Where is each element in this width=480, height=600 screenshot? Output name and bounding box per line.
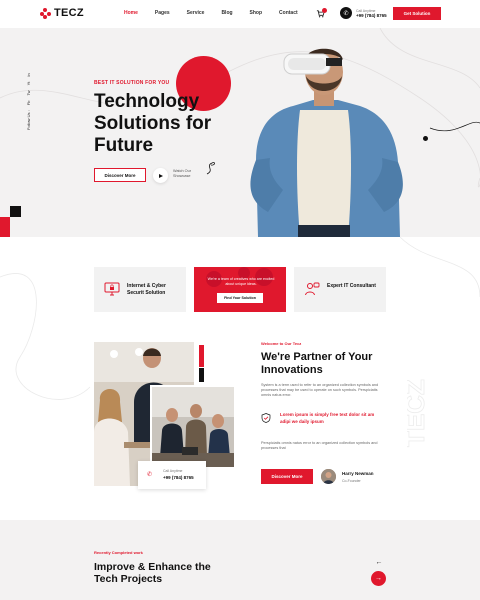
hero-tagline: BEST IT SOLUTION FOR YOU: [94, 80, 170, 86]
decor-red-square: [0, 217, 10, 237]
logo-text: TECZ: [54, 7, 84, 19]
header-call[interactable]: ✆ Call Anytime +99 (784) 8765: [340, 7, 387, 19]
main-nav: Home Pages Service Blog Shop Contact: [124, 10, 315, 16]
youtube-icon[interactable]: Yt: [26, 82, 31, 86]
consultant-icon: [305, 282, 320, 296]
discover-more-button[interactable]: Discover More: [94, 168, 146, 182]
about-description-2: Perspiciatis omnis natus error to an org…: [261, 441, 378, 451]
highlight-text: Lorem ipsum is simply free text dolor si…: [280, 412, 375, 424]
play-video-button[interactable]: [153, 168, 168, 183]
next-arrow-button[interactable]: →: [371, 571, 386, 586]
feature-title: Expert IT Consultant: [327, 283, 376, 289]
site-header: TECZ Home Pages Service Blog Shop Contac…: [0, 0, 480, 28]
shield-check-icon: [261, 413, 271, 423]
feature-description: We're a team of creatives who are excite…: [207, 277, 275, 286]
nav-item-home[interactable]: Home: [124, 10, 138, 16]
call-label: Call Anytime: [163, 469, 183, 473]
call-number: +99 (784) 8765: [163, 475, 194, 480]
nav-item-blog[interactable]: Blog: [221, 10, 232, 16]
about-tagline: Welcome to Our Tecz: [261, 341, 302, 346]
avatar: [321, 469, 336, 484]
arrow-left-icon: ←: [375, 558, 383, 566]
twitter-icon[interactable]: Tw: [26, 90, 31, 95]
prev-arrow-button[interactable]: ←: [372, 555, 386, 569]
about-call-card[interactable]: ✆ Call Anytime +99 (784) 8765: [138, 461, 206, 489]
social-links: Follow Us : Fb Tw Yt In: [26, 73, 31, 130]
find-solution-button[interactable]: Find Your Solution: [217, 293, 263, 303]
projects-tagline: Recently Completed work: [94, 550, 143, 555]
get-solution-button[interactable]: Get Solution: [393, 7, 441, 20]
arrow-right-icon: →: [375, 575, 382, 582]
social-label: Follow Us :: [26, 110, 31, 130]
phone-icon: ✆: [340, 7, 352, 19]
watch-showcase-label: Watch Our Showcase: [173, 169, 192, 178]
logo-mark-icon: [40, 7, 51, 19]
about-title: We're Partner of Your Innovations: [261, 351, 373, 376]
decor-black-bar: [199, 368, 204, 382]
nav-item-shop[interactable]: Shop: [250, 10, 263, 16]
feature-title: Internet & Cyber Securit Solution: [127, 283, 166, 296]
author-name: Harry Newman: [342, 471, 374, 476]
call-number: +99 (784) 8765: [356, 12, 387, 18]
hero-person-image: [250, 48, 403, 237]
phone-icon: ✆: [147, 472, 153, 478]
hero-dot: [423, 136, 428, 141]
hero-title: Technology Solutions for Future: [94, 91, 212, 156]
curly-arrow-icon: [206, 162, 215, 175]
watermark-text: TECZ: [407, 379, 427, 447]
projects-section: Recently Completed work Improve & Enhanc…: [0, 520, 480, 600]
monitor-lock-icon: [104, 282, 120, 296]
logo[interactable]: TECZ: [40, 7, 84, 19]
feature-card-security[interactable]: Internet & Cyber Securit Solution: [94, 267, 186, 312]
features-section: Internet & Cyber Securit Solution We're …: [0, 237, 480, 332]
decor-black-square: [10, 206, 21, 217]
hero-section: Follow Us : Fb Tw Yt In BEST IT SOLUTION…: [0, 28, 480, 237]
about-discover-button[interactable]: Discover More: [261, 469, 313, 484]
feature-card-highlight[interactable]: We're a team of creatives who are excite…: [194, 267, 286, 312]
about-meeting-image: [150, 385, 236, 469]
projects-title: Improve & Enhance the Tech Projects: [94, 561, 211, 585]
tecz-watermark: TECZ: [407, 379, 427, 448]
play-icon: [159, 173, 163, 178]
feature-card-consultant[interactable]: Expert IT Consultant: [294, 267, 386, 312]
nav-item-service[interactable]: Service: [187, 10, 205, 16]
cart-badge: [322, 8, 327, 13]
about-description: System is a term used to refer to an org…: [261, 383, 379, 398]
about-highlight: Lorem ipsum is simply free text dolor si…: [261, 411, 391, 431]
author-role: Co-Founder: [342, 479, 361, 483]
facebook-icon[interactable]: Fb: [26, 101, 31, 106]
decor-red-bar: [199, 345, 204, 367]
nav-item-contact[interactable]: Contact: [279, 10, 298, 16]
team-photo-overlay: [206, 267, 273, 287]
nav-item-pages[interactable]: Pages: [155, 10, 170, 16]
linkedin-icon[interactable]: In: [26, 73, 31, 76]
